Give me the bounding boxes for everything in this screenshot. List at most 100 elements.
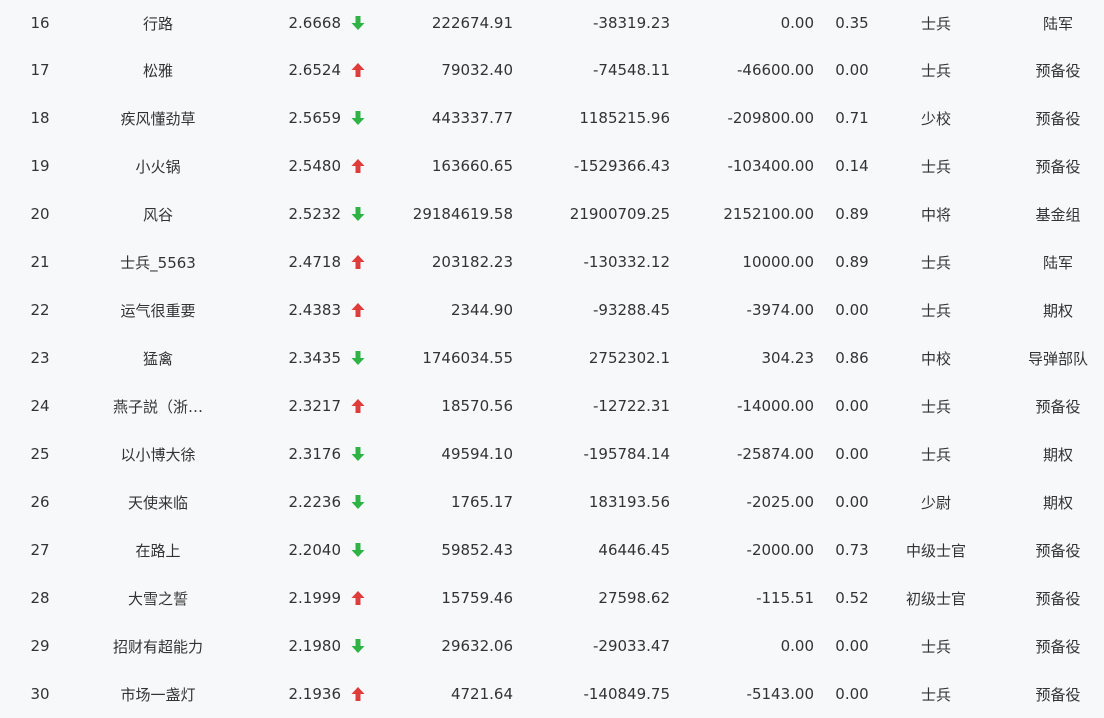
name-cell[interactable]: 天使来临	[88, 478, 228, 526]
red-up-arrow-icon	[348, 382, 368, 430]
value-3-cell: -103400.00	[727, 157, 814, 175]
name-cell[interactable]: 士兵_5563	[88, 238, 228, 286]
ratio-cell: 0.35	[835, 14, 869, 32]
score-cell: 2.2040	[288, 541, 342, 559]
value-3-cell: -115.51	[756, 589, 814, 607]
table-body: 16 行路 2.6668 222674.91 -38319.23 0.00 0.…	[0, 0, 1104, 718]
name-cell[interactable]: 燕子説（浙…	[88, 382, 228, 430]
table-row[interactable]: 20 风谷 2.5232 29184619.58 21900709.25 215…	[0, 190, 1104, 238]
value-2-cell: -74548.11	[593, 61, 670, 79]
value-1-cell: 49594.10	[441, 445, 513, 463]
value-2-cell: 1185215.96	[579, 109, 670, 127]
name-cell[interactable]: 疾风懂劲草	[88, 94, 228, 142]
table-row[interactable]: 27 在路上 2.2040 59852.43 46446.45 -2000.00…	[0, 526, 1104, 574]
name-cell[interactable]: 风谷	[88, 190, 228, 238]
rank-cell: 27	[30, 541, 50, 559]
score-cell: 2.5480	[288, 157, 342, 175]
rank-title-cell: 士兵	[920, 157, 951, 176]
value-1-cell: 1746034.55	[422, 349, 513, 367]
rank-title-cell: 少尉	[920, 493, 951, 512]
ratio-cell: 0.00	[835, 445, 869, 463]
red-up-arrow-icon	[348, 574, 368, 622]
leaderboard-table: 16 行路 2.6668 222674.91 -38319.23 0.00 0.…	[0, 0, 1104, 718]
score-cell: 2.6668	[288, 14, 342, 32]
table-row[interactable]: 17 松雅 2.6524 79032.40 -74548.11 -46600.0…	[0, 46, 1104, 94]
value-3-cell: 2152100.00	[723, 205, 814, 223]
group-cell: 期权	[1042, 445, 1073, 464]
rank-title-cell: 士兵	[920, 253, 951, 272]
rank-cell: 24	[30, 397, 50, 415]
name-cell[interactable]: 市场一盏灯	[88, 670, 228, 718]
score-cell: 2.3176	[288, 445, 342, 463]
green-down-arrow-icon	[348, 526, 368, 574]
value-2-cell: -130332.12	[583, 253, 670, 271]
ratio-cell: 0.00	[835, 397, 869, 415]
green-down-arrow-icon	[348, 94, 368, 142]
group-cell: 期权	[1042, 493, 1073, 512]
score-cell: 2.1936	[288, 685, 342, 703]
ratio-cell: 0.73	[835, 541, 869, 559]
rank-cell: 30	[30, 685, 50, 703]
group-cell: 预备役	[1035, 637, 1081, 656]
table-row[interactable]: 25 以小博大徐 2.3176 49594.10 -195784.14 -258…	[0, 430, 1104, 478]
score-cell: 2.4718	[288, 253, 342, 271]
table-row[interactable]: 23 猛禽 2.3435 1746034.55 2752302.1 304.23…	[0, 334, 1104, 382]
ratio-cell: 0.00	[835, 301, 869, 319]
table-row[interactable]: 19 小火锅 2.5480 163660.65 -1529366.43 -103…	[0, 142, 1104, 190]
value-2-cell: 27598.62	[598, 589, 670, 607]
rank-cell: 23	[30, 349, 50, 367]
rank-cell: 19	[30, 157, 50, 175]
name-cell[interactable]: 大雪之誓	[88, 574, 228, 622]
table-row[interactable]: 29 招财有超能力 2.1980 29632.06 -29033.47 0.00…	[0, 622, 1104, 670]
green-down-arrow-icon	[348, 430, 368, 478]
value-2-cell: 183193.56	[588, 493, 670, 511]
name-cell[interactable]: 猛禽	[88, 334, 228, 382]
table-row[interactable]: 18 疾风懂劲草 2.5659 443337.77 1185215.96 -20…	[0, 94, 1104, 142]
group-cell: 陆军	[1042, 14, 1073, 33]
ratio-cell: 0.89	[835, 205, 869, 223]
ratio-cell: 0.89	[835, 253, 869, 271]
value-2-cell: 21900709.25	[569, 205, 670, 223]
name-cell[interactable]: 行路	[88, 0, 228, 46]
value-2-cell: 2752302.1	[588, 349, 670, 367]
group-cell: 预备役	[1035, 397, 1081, 416]
group-cell: 预备役	[1035, 685, 1081, 704]
value-3-cell: 0.00	[780, 637, 814, 655]
name-cell[interactable]: 以小博大徐	[88, 430, 228, 478]
score-cell: 2.5659	[288, 109, 342, 127]
ratio-cell: 0.00	[835, 493, 869, 511]
table-row[interactable]: 16 行路 2.6668 222674.91 -38319.23 0.00 0.…	[0, 0, 1104, 46]
table-row[interactable]: 28 大雪之誓 2.1999 15759.46 27598.62 -115.51…	[0, 574, 1104, 622]
name-cell[interactable]: 运气很重要	[88, 286, 228, 334]
green-down-arrow-icon	[348, 622, 368, 670]
score-cell: 2.3217	[288, 397, 342, 415]
name-cell[interactable]: 小火锅	[88, 142, 228, 190]
rank-cell: 26	[30, 493, 50, 511]
table-row[interactable]: 26 天使来临 2.2236 1765.17 183193.56 -2025.0…	[0, 478, 1104, 526]
table-row[interactable]: 24 燕子説（浙… 2.3217 18570.56 -12722.31 -140…	[0, 382, 1104, 430]
score-cell: 2.4383	[288, 301, 342, 319]
rank-title-cell: 士兵	[920, 445, 951, 464]
red-up-arrow-icon	[348, 286, 368, 334]
group-cell: 预备役	[1035, 61, 1081, 80]
red-up-arrow-icon	[348, 238, 368, 286]
table-row[interactable]: 21 士兵_5563 2.4718 203182.23 -130332.12 1…	[0, 238, 1104, 286]
name-cell[interactable]: 松雅	[88, 46, 228, 94]
table-row[interactable]: 22 运气很重要 2.4383 2344.90 -93288.45 -3974.…	[0, 286, 1104, 334]
value-2-cell: 46446.45	[598, 541, 670, 559]
score-cell: 2.3435	[288, 349, 342, 367]
ratio-cell: 0.00	[835, 61, 869, 79]
ratio-cell: 0.52	[835, 589, 869, 607]
score-cell: 2.6524	[288, 61, 342, 79]
value-1-cell: 163660.65	[431, 157, 513, 175]
name-cell[interactable]: 在路上	[88, 526, 228, 574]
value-1-cell: 1765.17	[450, 493, 513, 511]
table-row[interactable]: 30 市场一盏灯 2.1936 4721.64 -140849.75 -5143…	[0, 670, 1104, 718]
value-1-cell: 29184619.58	[412, 205, 513, 223]
group-cell: 导弹部队	[1027, 349, 1088, 368]
name-cell[interactable]: 招财有超能力	[88, 622, 228, 670]
group-cell: 期权	[1042, 301, 1073, 320]
value-3-cell: -209800.00	[727, 109, 814, 127]
value-3-cell: -14000.00	[737, 397, 814, 415]
value-1-cell: 443337.77	[431, 109, 513, 127]
